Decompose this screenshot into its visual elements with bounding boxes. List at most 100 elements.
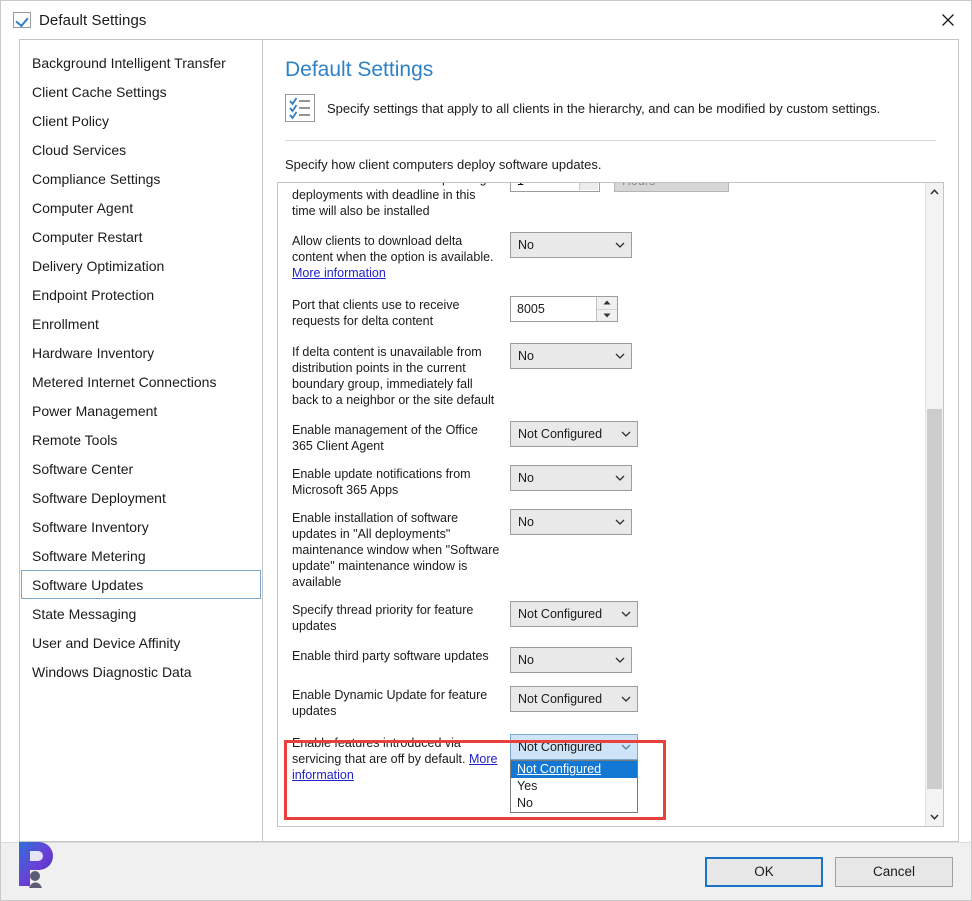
page-title: Default Settings	[285, 58, 434, 81]
ok-button[interactable]: OK	[705, 856, 823, 887]
setting-label-thread-priority: Specify thread priority for feature upda…	[292, 603, 474, 633]
sidebar-item-enrollment[interactable]: Enrollment	[21, 309, 261, 338]
sidebar-item-remote-tools[interactable]: Remote Tools	[21, 425, 261, 454]
setting-control-delta-fallback: No	[510, 342, 925, 369]
settings-rows: Period of time for which all pending dep…	[278, 183, 925, 826]
table-row: Period of time for which all pending dep…	[278, 183, 925, 219]
setting-label-pending-deployments: Period of time for which all pending dep…	[292, 183, 487, 218]
chevron-down-icon[interactable]	[619, 431, 633, 438]
scroll-down-button[interactable]	[926, 808, 943, 826]
setting-label-delta-fallback: If delta content is unavailable from dis…	[292, 345, 495, 407]
delta-port-spinner[interactable]: 8005	[510, 296, 618, 322]
table-row-highlighted: Enable features introduced via servicing…	[278, 733, 925, 813]
download-delta-content-value: No	[518, 238, 534, 252]
chevron-down-icon[interactable]	[619, 611, 633, 618]
category-list[interactable]: Background Intelligent Transfer Client C…	[19, 39, 262, 842]
dropdown-option-no[interactable]: No	[511, 795, 637, 812]
all-deployments-maintenance-window-value: No	[518, 515, 534, 529]
delta-port-value[interactable]: 8005	[511, 297, 596, 321]
sidebar-item-state-messaging[interactable]: State Messaging	[21, 599, 261, 628]
sidebar-item-software-inventory[interactable]: Software Inventory	[21, 512, 261, 541]
chevron-down-icon[interactable]	[613, 353, 627, 360]
sidebar-item-cloud-services[interactable]: Cloud Services	[21, 135, 261, 164]
settings-dialog-window: Default Settings Background Intelligent …	[0, 0, 972, 901]
features-off-by-default-dropdown-wrap: Not Configured Not Configured Yes No	[510, 734, 638, 813]
chevron-down-icon[interactable]	[613, 242, 627, 249]
pending-deadline-unit-combo: Hours	[614, 183, 729, 192]
table-row: Enable update notifications from Microso…	[278, 464, 925, 498]
scrollbar-thumb[interactable]	[927, 409, 942, 789]
delta-fallback-value: No	[518, 349, 534, 363]
m365-update-notifications-combo[interactable]: No	[510, 465, 632, 491]
setting-label-m365-update-notifications: Enable update notifications from Microso…	[292, 467, 471, 497]
title-bar: Default Settings	[1, 1, 971, 39]
page-description: Specify settings that apply to all clien…	[327, 100, 881, 116]
setting-control-delta-port: 8005	[510, 295, 925, 322]
setting-label-office365-client-agent: Enable management of the Office 365 Clie…	[292, 423, 478, 453]
setting-control-office365-client-agent: Not Configured	[510, 420, 925, 447]
third-party-updates-combo[interactable]: No	[510, 647, 632, 673]
features-off-by-default-value: Not Configured	[518, 740, 603, 754]
thread-priority-combo[interactable]: Not Configured	[510, 601, 638, 627]
all-deployments-maintenance-window-combo[interactable]: No	[510, 509, 632, 535]
setting-control-m365-update-notifications: No	[510, 464, 925, 491]
chevron-down-icon[interactable]	[613, 475, 627, 482]
chevron-down-icon[interactable]	[613, 519, 627, 526]
more-information-link-delta[interactable]: More information	[292, 266, 386, 280]
settings-pane-header: Default Settings Specify settings that a…	[263, 40, 958, 140]
sidebar-item-windows-diagnostic-data[interactable]: Windows Diagnostic Data	[21, 657, 261, 686]
pending-deadline-value: 1	[517, 183, 524, 188]
sidebar-item-endpoint-protection[interactable]: Endpoint Protection	[21, 280, 261, 309]
table-row: Allow clients to download delta content …	[278, 231, 925, 281]
sidebar-item-delivery-optimization[interactable]: Delivery Optimization	[21, 251, 261, 280]
office365-client-agent-combo[interactable]: Not Configured	[510, 421, 638, 447]
dropdown-option-not-configured[interactable]: Not Configured	[511, 761, 637, 778]
cancel-button[interactable]: Cancel	[835, 856, 953, 887]
setting-control-dynamic-update: Not Configured	[510, 685, 925, 712]
setting-label-delta-port: Port that clients use to receive request…	[292, 298, 460, 328]
dropdown-option-yes[interactable]: Yes	[511, 778, 637, 795]
table-row: Specify thread priority for feature upda…	[278, 600, 925, 634]
office365-client-agent-value: Not Configured	[518, 427, 603, 441]
sidebar-item-software-center[interactable]: Software Center	[21, 454, 261, 483]
spinner-up-icon[interactable]	[597, 297, 617, 310]
setting-label-features-off-by-default: Enable features introduced via servicing…	[292, 733, 510, 783]
sidebar-item-user-and-device-affinity[interactable]: User and Device Affinity	[21, 628, 261, 657]
sidebar-item-client-policy[interactable]: Client Policy	[21, 106, 261, 135]
setting-label-download-delta-content: Allow clients to download delta content …	[292, 231, 510, 281]
settings-scroll-area[interactable]: Period of time for which all pending dep…	[277, 182, 944, 827]
pending-deadline-value-combo[interactable]: 1	[510, 183, 600, 192]
sidebar-item-metered-internet-connections[interactable]: Metered Internet Connections	[21, 367, 261, 396]
table-row: If delta content is unavailable from dis…	[278, 342, 925, 408]
delta-fallback-combo[interactable]: No	[510, 343, 632, 369]
sidebar-item-software-deployment[interactable]: Software Deployment	[21, 483, 261, 512]
sidebar-item-background-intelligent-transfer[interactable]: Background Intelligent Transfer	[21, 48, 261, 77]
sidebar-item-power-management[interactable]: Power Management	[21, 396, 261, 425]
features-off-by-default-option-list[interactable]: Not Configured Yes No	[510, 760, 638, 813]
chevron-down-icon[interactable]	[613, 657, 627, 664]
sidebar-item-computer-agent[interactable]: Computer Agent	[21, 193, 261, 222]
sidebar-item-hardware-inventory[interactable]: Hardware Inventory	[21, 338, 261, 367]
vertical-scrollbar[interactable]	[925, 183, 943, 826]
sidebar-item-computer-restart[interactable]: Computer Restart	[21, 222, 261, 251]
pending-deadline-unit-value: Hours	[622, 183, 710, 188]
setting-label-third-party-updates: Enable third party software updates	[292, 649, 489, 663]
dynamic-update-combo[interactable]: Not Configured	[510, 686, 638, 712]
chevron-down-icon[interactable]	[579, 183, 598, 190]
spinner-buttons[interactable]	[596, 297, 617, 321]
chevron-down-icon[interactable]	[619, 744, 633, 751]
chevron-down-icon[interactable]	[619, 696, 633, 703]
sidebar-item-software-metering[interactable]: Software Metering	[21, 541, 261, 570]
sidebar-item-software-updates[interactable]: Software Updates	[21, 570, 261, 599]
scroll-up-button[interactable]	[926, 183, 943, 201]
close-icon	[942, 14, 954, 26]
close-button[interactable]	[925, 1, 971, 39]
sidebar-item-compliance-settings[interactable]: Compliance Settings	[21, 164, 261, 193]
chevron-down-icon	[930, 814, 939, 820]
download-delta-content-combo[interactable]: No	[510, 232, 632, 258]
features-off-by-default-combo[interactable]: Not Configured	[510, 734, 638, 760]
setting-control-download-delta-content: No	[510, 231, 925, 258]
dialog-content: Background Intelligent Transfer Client C…	[1, 39, 971, 900]
spinner-down-icon[interactable]	[597, 310, 617, 322]
sidebar-item-client-cache-settings[interactable]: Client Cache Settings	[21, 77, 261, 106]
